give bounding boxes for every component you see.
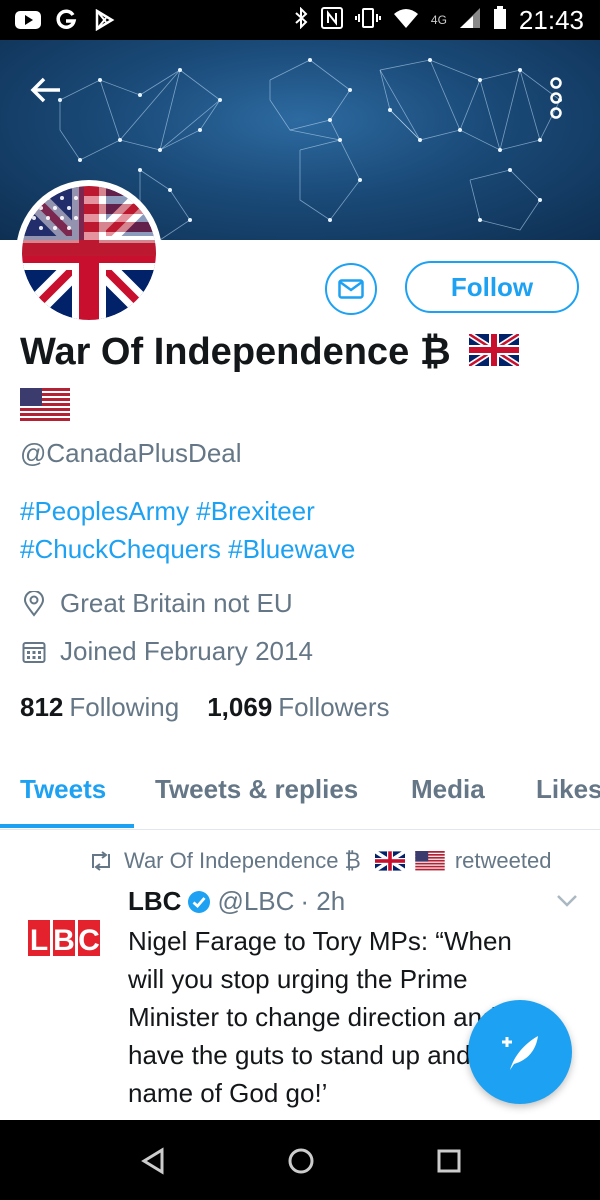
follow-stats: 812 Following 1,069 Followers bbox=[20, 692, 390, 723]
followers-count: 1,069 bbox=[207, 692, 273, 722]
tweet-options-button[interactable] bbox=[556, 894, 584, 918]
tweet-header: LBC @LBC · 2h bbox=[128, 886, 345, 917]
avatar[interactable] bbox=[16, 180, 162, 326]
tweet-author-handle[interactable]: @LBC bbox=[217, 886, 294, 917]
notification-icons bbox=[0, 9, 118, 31]
profile-location: Great Britain not EU bbox=[20, 588, 293, 619]
vibrate-icon bbox=[354, 7, 381, 34]
tab-tweets[interactable]: Tweets bbox=[20, 774, 106, 805]
nav-recents-button[interactable] bbox=[432, 1144, 466, 1178]
tab-tweets-and-replies[interactable]: Tweets & replies bbox=[155, 774, 358, 805]
following-count: 812 bbox=[20, 692, 64, 722]
compose-tweet-button[interactable] bbox=[468, 1000, 572, 1104]
back-arrow-icon bbox=[30, 77, 60, 103]
uk-flag-emoji bbox=[467, 328, 521, 380]
location-text: Great Britain not EU bbox=[60, 588, 293, 618]
wifi-icon bbox=[393, 7, 419, 34]
profile-tabs: Tweets Tweets & replies Media Likes bbox=[0, 764, 600, 830]
system-navigation-bar bbox=[0, 1120, 600, 1200]
youtube-icon bbox=[14, 9, 42, 31]
location-pin-icon bbox=[20, 590, 48, 618]
google-icon bbox=[52, 9, 80, 31]
chevron-down-icon bbox=[557, 895, 577, 907]
profile-name: War Of Independence ₿ bbox=[20, 331, 451, 373]
lbc-avatar[interactable]: L B C bbox=[28, 916, 100, 960]
retweet-icon bbox=[92, 851, 110, 871]
following-stat[interactable]: 812 Following bbox=[20, 692, 179, 723]
network-type: 4G bbox=[430, 13, 447, 27]
followers-label: Followers bbox=[278, 692, 390, 722]
clock: 21:43 bbox=[518, 4, 584, 35]
profile-name-row: War Of Independence ₿ bbox=[20, 326, 580, 380]
triangle-back-icon bbox=[141, 1147, 164, 1175]
direct-message-button[interactable] bbox=[325, 263, 377, 315]
followers-stat[interactable]: 1,069 Followers bbox=[207, 692, 389, 723]
profile-joined: Joined February 2014 bbox=[20, 636, 313, 667]
us-flag-emoji bbox=[415, 851, 445, 871]
retweeted-by-name: War Of Independence ₿ bbox=[124, 848, 361, 873]
svg-text:L: L bbox=[30, 924, 48, 957]
calendar-icon bbox=[20, 638, 48, 666]
follow-button[interactable]: Follow bbox=[405, 261, 579, 313]
profile-bio: #PeoplesArmy #Brexiteer #ChuckChequers #… bbox=[20, 492, 580, 568]
square-recents-icon bbox=[437, 1149, 461, 1173]
nav-back-button[interactable] bbox=[136, 1144, 170, 1178]
system-icons: 4G 21:43 bbox=[293, 5, 600, 36]
retweeted-label: retweeted bbox=[454, 848, 552, 873]
vertical-dots-icon bbox=[550, 77, 562, 119]
back-button[interactable] bbox=[24, 68, 68, 112]
active-tab-indicator bbox=[0, 824, 134, 828]
uk-flag-emoji bbox=[374, 851, 405, 871]
more-options-button[interactable] bbox=[536, 68, 576, 128]
signal-icon bbox=[459, 7, 481, 34]
envelope-icon bbox=[338, 279, 364, 299]
profile-handle: @CanadaPlusDeal bbox=[20, 438, 242, 468]
us-uk-flag-avatar-image bbox=[22, 186, 156, 320]
compose-feather-icon bbox=[502, 1036, 538, 1070]
joined-text: Joined February 2014 bbox=[60, 636, 313, 666]
retweet-context: War Of Independence ₿ retweeted bbox=[88, 848, 551, 874]
lbc-logo-image: L B C bbox=[28, 920, 100, 957]
battery-icon bbox=[493, 5, 507, 35]
tab-media[interactable]: Media bbox=[411, 774, 485, 805]
tab-likes[interactable]: Likes bbox=[536, 774, 600, 805]
bio-line[interactable]: #PeoplesArmy #Brexiteer bbox=[20, 492, 580, 530]
play-store-icon bbox=[90, 9, 118, 31]
following-label: Following bbox=[69, 692, 180, 722]
bluetooth-icon bbox=[293, 6, 309, 34]
circle-home-icon bbox=[288, 1148, 314, 1174]
status-bar: 4G 21:43 bbox=[0, 0, 600, 40]
nav-home-button[interactable] bbox=[284, 1144, 318, 1178]
svg-text:B: B bbox=[53, 924, 75, 957]
bio-line[interactable]: #ChuckChequers #Bluewave bbox=[20, 530, 580, 568]
tweet-author-name[interactable]: LBC bbox=[128, 886, 181, 917]
tweet-time: · 2h bbox=[300, 886, 346, 916]
nfc-icon bbox=[320, 6, 343, 34]
verified-badge-icon bbox=[188, 890, 211, 913]
svg-text:C: C bbox=[78, 924, 100, 957]
us-flag-emoji bbox=[20, 388, 70, 427]
